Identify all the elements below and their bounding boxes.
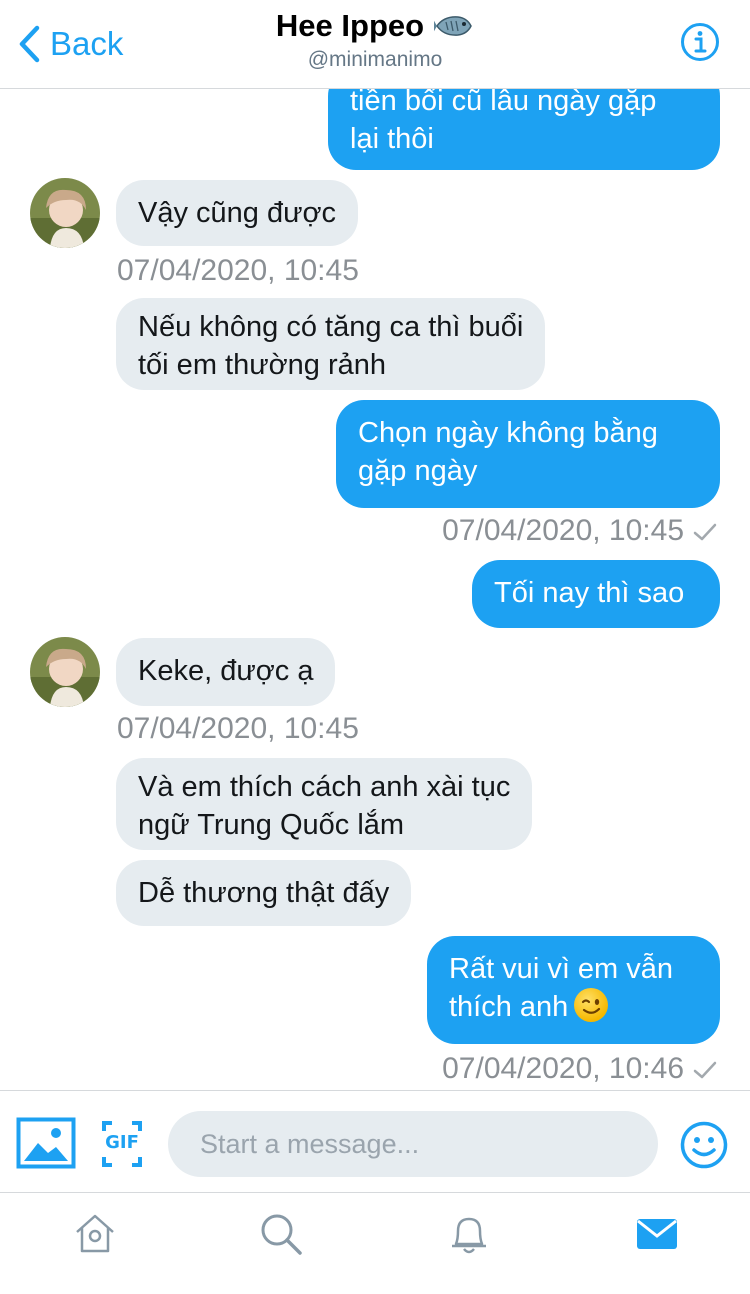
- message-bubble-incoming[interactable]: Dễ thương thật đấy: [116, 860, 412, 926]
- gif-label: GIF: [105, 1132, 139, 1153]
- message-text-line: Nếu không có tăng ca thì buổi: [138, 311, 524, 343]
- bottom-tab-bar: [0, 1192, 750, 1294]
- message-text-line: Và em thích cách anh xài tục: [138, 771, 511, 803]
- info-icon[interactable]: [680, 22, 720, 62]
- avatar[interactable]: [30, 178, 100, 248]
- message-timestamp: 07/04/2020, 10:46: [442, 1052, 718, 1086]
- image-icon[interactable]: [16, 1117, 76, 1169]
- message-timestamp: 07/04/2020, 10:45: [117, 254, 359, 288]
- message-bubble-incoming[interactable]: Và em thích cách anh xài tục ngữ Trung Q…: [116, 758, 533, 850]
- emoji-icon[interactable]: [680, 1121, 728, 1169]
- message-text: Tối nay thì sao: [494, 577, 685, 609]
- message-input[interactable]: [168, 1111, 658, 1177]
- message-timestamp: 07/04/2020, 10:45: [117, 712, 359, 746]
- message-bubble-outgoing[interactable]: Chọn ngày không bằng gặp ngày: [336, 400, 720, 508]
- message-text: Keke, được ạ: [138, 655, 314, 687]
- message-text: Dễ thương thật đấy: [138, 877, 390, 909]
- read-check-icon: [693, 523, 717, 541]
- message-bubble-outgoing[interactable]: Tối nay thì sao: [472, 560, 720, 628]
- fish-icon: [434, 16, 472, 36]
- message-text-line: lại thôi: [350, 123, 434, 155]
- timestamp-text: 07/04/2020, 10:45: [117, 254, 359, 287]
- home-icon[interactable]: [72, 1211, 118, 1257]
- notifications-icon[interactable]: [446, 1211, 492, 1257]
- message-text: Vậy cũng được: [138, 197, 337, 229]
- message-bubble-incoming[interactable]: Vậy cũng được: [116, 180, 359, 246]
- search-icon[interactable]: [258, 1211, 304, 1257]
- user-handle: @minimanimo: [307, 48, 443, 71]
- page-title: Hee Ippeo: [275, 8, 425, 43]
- winking-face-emoji: [574, 988, 609, 1022]
- message-text-line: tối em thường rảnh: [138, 349, 387, 381]
- timestamp-text: 07/04/2020, 10:46: [442, 1052, 684, 1085]
- message-text-line: gặp ngày: [358, 455, 478, 487]
- message-bubble-incoming[interactable]: Keke, được ạ: [116, 638, 336, 706]
- message-text-line: Chọn ngày không bằng: [358, 417, 658, 449]
- message-timestamp: 07/04/2020, 10:45: [442, 514, 718, 548]
- gif-button[interactable]: GIF: [102, 1121, 142, 1167]
- timestamp-text: 07/04/2020, 10:45: [442, 514, 684, 547]
- read-check-icon: [693, 1061, 717, 1079]
- messages-icon[interactable]: [634, 1211, 680, 1257]
- message-bubble-outgoing[interactable]: Rất vui vì em vẫn thích anh: [427, 936, 720, 1044]
- conversation-title-block[interactable]: Hee Ippeo @minimanimo: [0, 8, 750, 72]
- message-text-line: ngữ Trung Quốc lắm: [138, 809, 405, 841]
- message-text-line: Rất vui vì em vẫn: [449, 953, 674, 985]
- avatar[interactable]: [30, 637, 100, 707]
- message-text-line: thích anh: [449, 991, 569, 1023]
- message-bubble-incoming[interactable]: Nếu không có tăng ca thì buổi tối em thư…: [116, 298, 546, 390]
- conversation-thread[interactable]: tiền bối cũ lâu ngày gặp lại thôi Vậy cũ…: [0, 0, 750, 1090]
- conversation-header: Back Hee Ippeo @minimanimo: [0, 0, 750, 89]
- timestamp-text: 07/04/2020, 10:45: [117, 712, 359, 745]
- message-composer: GIF: [0, 1090, 750, 1193]
